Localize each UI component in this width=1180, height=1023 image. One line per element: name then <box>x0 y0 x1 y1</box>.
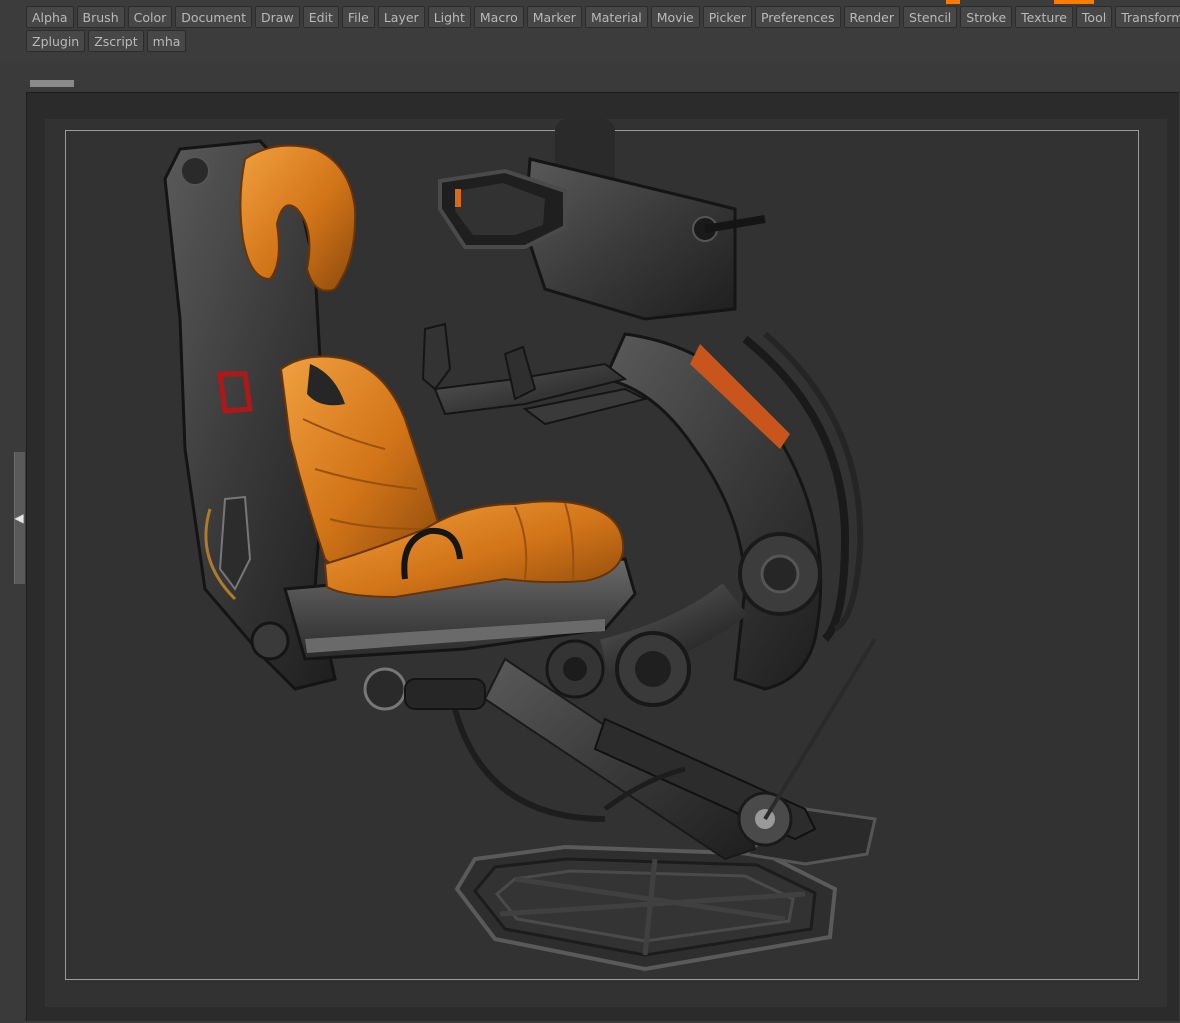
menu-picker[interactable]: Picker <box>702 6 752 28</box>
menu-stencil[interactable]: Stencil <box>903 6 958 28</box>
menu-preferences[interactable]: Preferences <box>754 6 841 28</box>
menu-movie[interactable]: Movie <box>650 6 700 28</box>
menu-light[interactable]: Light <box>427 6 471 28</box>
menu-alpha[interactable]: Alpha <box>26 6 74 28</box>
menu-row-2: Zplugin Zscript mha <box>26 30 189 52</box>
base-frame <box>454 807 877 972</box>
menu-stroke[interactable]: Stroke <box>960 6 1013 28</box>
menu-document[interactable]: Document <box>175 6 253 28</box>
menu-zplugin[interactable]: Zplugin <box>26 30 86 52</box>
tray-grip[interactable] <box>30 80 74 87</box>
menu-tool[interactable]: Tool <box>1075 6 1113 28</box>
menu-file[interactable]: File <box>341 6 375 28</box>
chevron-left-icon[interactable]: ◀ <box>14 508 24 528</box>
menu-edit[interactable]: Edit <box>302 6 339 28</box>
menu-material[interactable]: Material <box>584 6 648 28</box>
head-unit <box>438 119 766 321</box>
menu-texture[interactable]: Texture <box>1015 6 1073 28</box>
menu-zscript[interactable]: Zscript <box>88 30 144 52</box>
accent-indicator <box>1054 0 1094 4</box>
viewport[interactable] <box>26 92 1179 1021</box>
menu-macro[interactable]: Macro <box>473 6 524 28</box>
menu-mha[interactable]: mha <box>146 30 187 52</box>
menu-brush[interactable]: Brush <box>76 6 125 28</box>
menu-render[interactable]: Render <box>843 6 901 28</box>
menu-row-1: Alpha Brush Color Document Draw Edit Fil… <box>26 6 1180 28</box>
menu-draw[interactable]: Draw <box>255 6 300 28</box>
joystick-controls <box>421 322 648 426</box>
seat-model-render[interactable] <box>45 119 1167 1007</box>
menu-marker[interactable]: Marker <box>526 6 582 28</box>
menu-transform[interactable]: Transform <box>1115 6 1180 28</box>
document-canvas[interactable] <box>45 119 1167 1007</box>
menu-color[interactable]: Color <box>127 6 173 28</box>
menu-layer[interactable]: Layer <box>377 6 425 28</box>
accent-indicator <box>946 0 960 4</box>
menubar: Alpha Brush Color Document Draw Edit Fil… <box>0 0 1180 60</box>
